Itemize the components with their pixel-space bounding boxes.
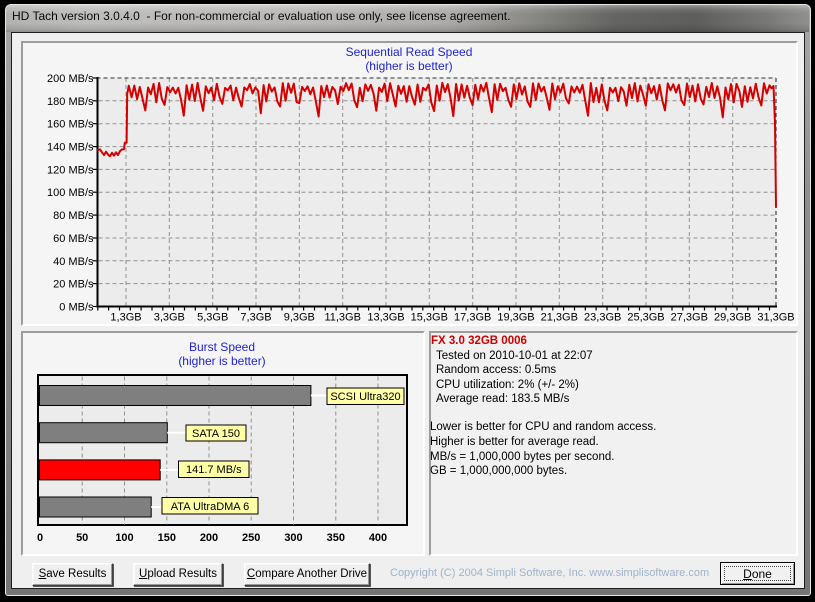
svg-text:29,3GB: 29,3GB [714,312,751,324]
svg-text:0 MB/s: 0 MB/s [59,302,94,314]
svg-text:200: 200 [200,532,218,544]
svg-text:400: 400 [369,532,387,544]
svg-text:100: 100 [115,532,133,544]
svg-text:7,3GB: 7,3GB [240,312,271,324]
svg-text:11,3GB: 11,3GB [324,312,361,324]
svg-text:9,3GB: 9,3GB [284,312,315,324]
svg-text:160 MB/s: 160 MB/s [47,119,94,131]
svg-text:25,3GB: 25,3GB [627,312,664,324]
svg-text:27,3GB: 27,3GB [671,312,708,324]
svg-text:3,3GB: 3,3GB [154,312,185,324]
svg-text:13,3GB: 13,3GB [367,312,404,324]
svg-text:150: 150 [158,532,176,544]
svg-text:180 MB/s: 180 MB/s [47,96,94,108]
svg-text:120 MB/s: 120 MB/s [47,164,94,176]
svg-text:0: 0 [37,532,43,544]
svg-text:21,3GB: 21,3GB [541,312,578,324]
svg-text:ATA UltraDMA 6: ATA UltraDMA 6 [171,501,249,513]
svg-text:31,3GB: 31,3GB [757,312,794,324]
svg-text:60 MB/s: 60 MB/s [53,233,94,245]
svg-text:80 MB/s: 80 MB/s [53,210,94,222]
svg-text:15,3GB: 15,3GB [411,312,448,324]
svg-text:250: 250 [242,532,260,544]
svg-text:19,3GB: 19,3GB [497,312,534,324]
svg-text:5,3GB: 5,3GB [197,312,228,324]
svg-text:140 MB/s: 140 MB/s [47,142,94,154]
svg-text:17,3GB: 17,3GB [454,312,491,324]
svg-text:200 MB/s: 200 MB/s [47,73,94,85]
svg-text:40 MB/s: 40 MB/s [53,256,94,268]
svg-text:SCSI Ultra320: SCSI Ultra320 [330,391,400,403]
svg-text:141.7 MB/s: 141.7 MB/s [186,464,242,476]
svg-text:SATA 150: SATA 150 [192,428,240,440]
svg-text:350: 350 [327,532,345,544]
svg-text:100 MB/s: 100 MB/s [47,187,94,199]
svg-text:20 MB/s: 20 MB/s [53,279,94,291]
svg-text:1,3GB: 1,3GB [110,312,141,324]
svg-text:50: 50 [76,532,88,544]
svg-text:300: 300 [284,532,302,544]
svg-text:23,3GB: 23,3GB [584,312,621,324]
